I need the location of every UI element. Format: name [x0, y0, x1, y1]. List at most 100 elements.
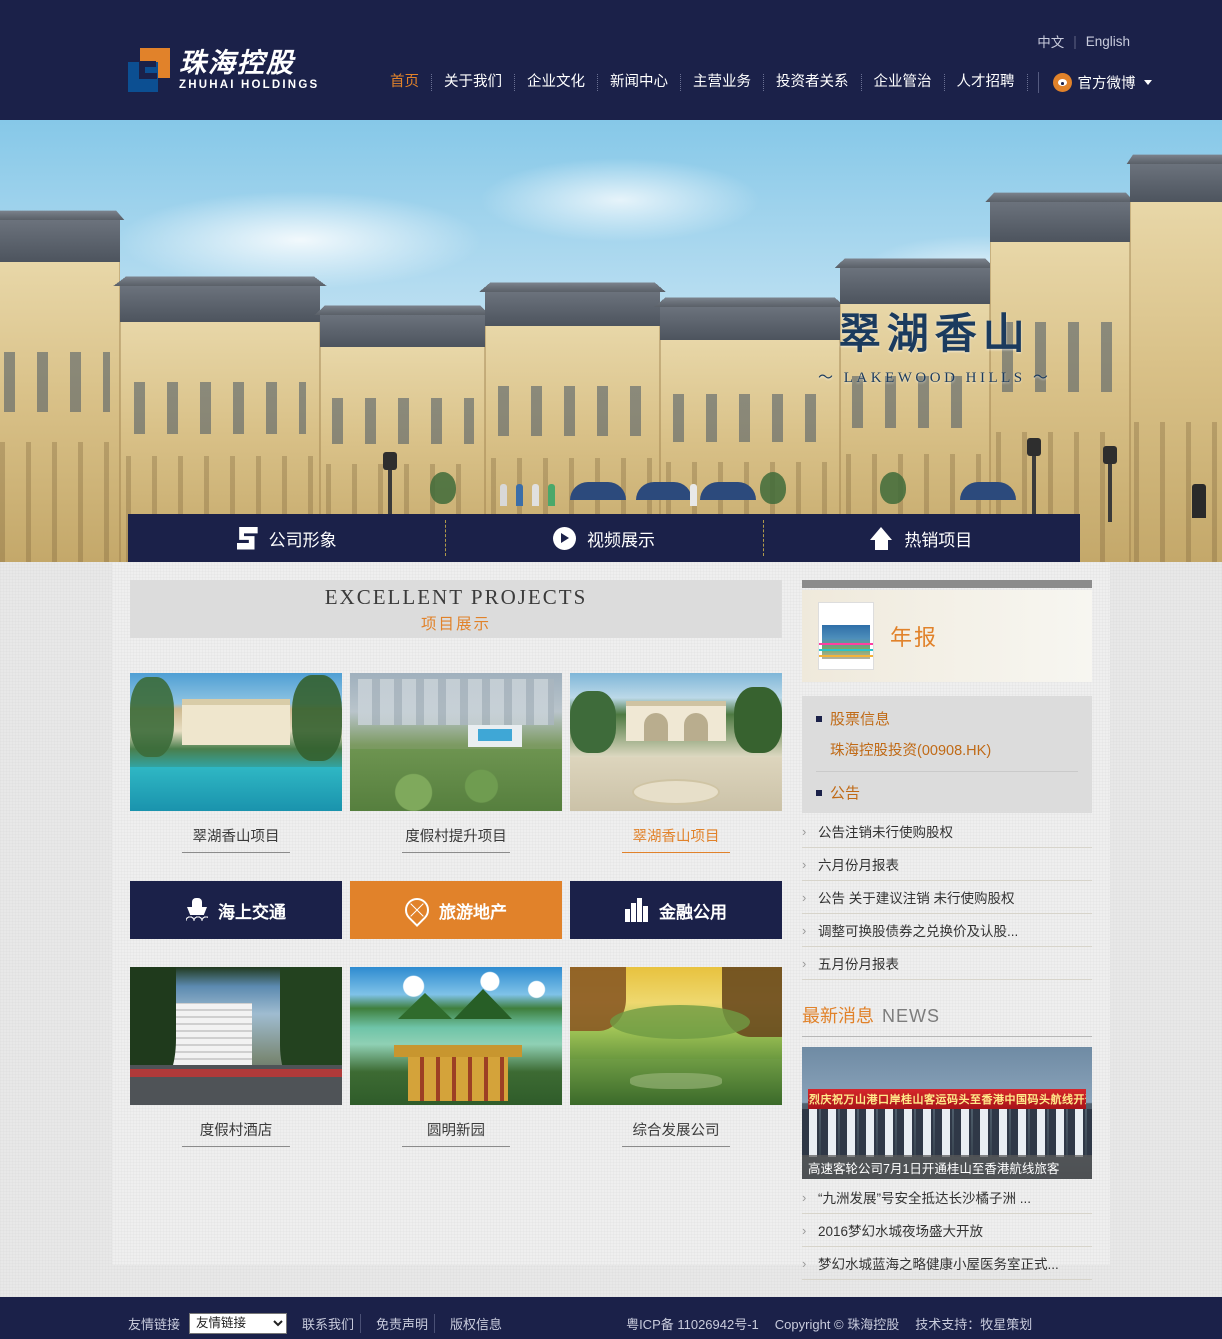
news-featured-caption: 高速客轮公司7月1日开通桂山至香港航线旅客: [802, 1155, 1092, 1179]
footer-link-disclaimer[interactable]: 免责声明: [370, 1313, 436, 1333]
projects-column: EXCELLENT PROJECTS 项目展示 翠湖香山项目 度假村提升项目 翠…: [130, 580, 782, 1265]
friendly-links-select[interactable]: 友情链接: [189, 1312, 288, 1334]
business-label: 金融公用: [659, 902, 727, 922]
stock-code-value: 珠海控股投资(00908.HK): [830, 743, 992, 759]
list-item[interactable]: › 六月份月报表: [802, 848, 1092, 881]
main-navigation: 首页 关于我们 企业文化 新闻中心 主营业务 投资者关系 企业管治 人才招聘 官…: [378, 72, 1152, 93]
list-item[interactable]: › 调整可换股债券之兑换价及认股...: [802, 914, 1092, 947]
site-footer: 友情链接 友情链接 联系我们 免责声明 版权信息 粤ICP备 11026942号…: [0, 1297, 1222, 1339]
play-icon: [552, 526, 576, 550]
footer-copyright: Copyright © 珠海控股: [774, 1316, 900, 1332]
footer-support: 技术支持：牧星策划: [915, 1316, 1033, 1332]
footer-link-copyright-info[interactable]: 版权信息: [444, 1314, 508, 1333]
news-featured-item[interactable]: 热烈庆祝万山港口岸桂山客运码头至香港中国码头航线开通 高速客轮公司7月1日开通桂…: [802, 1047, 1092, 1179]
company-icon: [237, 527, 258, 550]
news-section-header: 最新消息 NEWS: [802, 1002, 1092, 1037]
footer-link-contact[interactable]: 联系我们: [296, 1313, 362, 1333]
chevron-right-icon: ›: [802, 1189, 807, 1205]
announcement-text: 公告注销未行使购股权: [818, 825, 953, 840]
weibo-link[interactable]: 官方微博: [1037, 72, 1152, 93]
chevron-right-icon: ›: [802, 955, 807, 971]
nav-item-business[interactable]: 主营业务: [681, 74, 764, 91]
hero-action-company-image[interactable]: 公司形象: [128, 514, 445, 562]
announcement-text: 公告 关于建议注销 未行使购股权: [818, 891, 1015, 906]
ship-icon: [186, 898, 208, 922]
chevron-right-icon: ›: [802, 889, 807, 905]
list-item[interactable]: › 梦幻水城蓝海之略健康小屋医务室正式...: [802, 1247, 1092, 1280]
projects-heading-cn: 项目展示: [420, 615, 491, 633]
bullet-icon: [816, 789, 822, 796]
project-card[interactable]: 综合发展公司: [570, 967, 782, 1147]
projects-row-1: 翠湖香山项目 度假村提升项目 翠湖香山项目: [130, 673, 782, 853]
nav-item-news[interactable]: 新闻中心: [598, 74, 681, 91]
hero-title-cn: 翠湖香山: [838, 312, 1031, 358]
project-thumbnail: [350, 673, 562, 811]
business-category-tourism-realestate[interactable]: 旅游地产: [350, 881, 562, 939]
project-thumbnail: [130, 967, 342, 1105]
notice-header[interactable]: 公告: [816, 771, 1078, 803]
projects-row-2: 度假村酒店 圆明新园 综合发展公司: [130, 967, 782, 1147]
nav-item-home[interactable]: 首页: [378, 74, 432, 91]
lang-chinese[interactable]: 中文: [1037, 31, 1064, 51]
business-category-finance-utilities[interactable]: 金融公用: [570, 881, 782, 939]
weibo-icon: [1052, 73, 1072, 92]
nav-item-careers[interactable]: 人才招聘: [945, 74, 1028, 91]
logo-mark-icon: [128, 48, 170, 92]
project-caption-highlight: 翠湖香山项目: [570, 825, 782, 853]
hero-action-hot-projects[interactable]: 热销项目: [762, 514, 1080, 562]
chevron-right-icon: ›: [802, 1255, 807, 1271]
bullet-icon: [816, 715, 822, 722]
lang-separator: |: [1073, 33, 1077, 49]
sidebar-top-rail: [802, 580, 1092, 588]
nav-item-culture[interactable]: 企业文化: [515, 74, 598, 91]
project-card[interactable]: 度假村酒店: [130, 967, 342, 1147]
stock-info-label: 股票信息: [830, 711, 891, 728]
project-card[interactable]: 翠湖香山项目: [130, 673, 342, 853]
chevron-down-icon: [1143, 80, 1152, 85]
chevron-right-icon: ›: [802, 823, 807, 839]
nav-item-investors[interactable]: 投资者关系: [764, 74, 862, 91]
project-caption: 综合发展公司: [570, 1119, 782, 1147]
project-caption: 翠湖香山项目: [130, 825, 342, 853]
hero-title: 翠湖香山 ～ LAKEWOOD HILLS ～: [818, 312, 1051, 387]
news-text: “九洲发展”号安全抵达长沙橘子洲 ...: [818, 1191, 1031, 1206]
hero-action-video[interactable]: 视频展示: [445, 514, 762, 562]
chevron-right-icon: ›: [802, 856, 807, 872]
chevron-right-icon: ›: [802, 922, 807, 938]
annual-report-cover-image: [818, 602, 874, 670]
stock-info-box: 股票信息 珠海控股投资(00908.HK) 公告: [802, 696, 1092, 813]
lang-english[interactable]: English: [1086, 34, 1130, 49]
stock-info-header[interactable]: 股票信息: [816, 708, 1078, 729]
chevron-right-icon: ›: [802, 1222, 807, 1238]
business-category-bar: 海上交通 旅游地产 金融公用: [130, 881, 782, 939]
project-card[interactable]: 度假村提升项目: [350, 673, 562, 853]
annual-report-banner[interactable]: 年报: [802, 590, 1092, 682]
list-item[interactable]: › 2016梦幻水城夜场盛大开放: [802, 1214, 1092, 1247]
news-list: › “九洲发展”号安全抵达长沙橘子洲 ... › 2016梦幻水城夜场盛大开放 …: [802, 1181, 1092, 1280]
footer-left: 友情链接 友情链接 联系我们 免责声明 版权信息: [128, 1312, 508, 1334]
hero-action-label: 热销项目: [904, 530, 973, 550]
site-logo[interactable]: 珠海控股 ZHUHAI HOLDINGS: [128, 48, 319, 92]
list-item[interactable]: › “九洲发展”号安全抵达长沙橘子洲 ...: [802, 1181, 1092, 1214]
home-icon: [870, 526, 893, 550]
list-item[interactable]: › 五月份月报表: [802, 947, 1092, 980]
globe-icon: [400, 893, 434, 927]
business-category-marine[interactable]: 海上交通: [130, 881, 342, 939]
list-item[interactable]: › 公告 关于建议注销 未行使购股权: [802, 881, 1092, 914]
language-switcher: 中文 | English: [1037, 31, 1130, 51]
business-label: 海上交通: [218, 902, 286, 922]
nav-item-about[interactable]: 关于我们: [432, 74, 515, 91]
project-caption: 度假村酒店: [130, 1119, 342, 1147]
project-card[interactable]: 翠湖香山项目: [570, 673, 782, 853]
hero-action-label: 公司形象: [268, 530, 337, 550]
news-featured-banner-text: 热烈庆祝万山港口岸桂山客运码头至香港中国码头航线开通: [808, 1089, 1086, 1109]
project-thumbnail: [570, 673, 782, 811]
hero-title-en: ～ LAKEWOOD HILLS ～: [818, 370, 1052, 387]
announcement-text: 六月份月报表: [818, 858, 899, 873]
project-card[interactable]: 圆明新园: [350, 967, 562, 1147]
site-header: 珠海控股 ZHUHAI HOLDINGS 中文 | English 首页 关于我…: [0, 0, 1222, 120]
list-item[interactable]: › 公告注销未行使购股权: [802, 815, 1092, 848]
sidebar-column: 年报 股票信息 珠海控股投资(00908.HK) 公告 › 公告注销未行使购股权: [802, 580, 1092, 1280]
project-caption: 圆明新园: [350, 1119, 562, 1147]
nav-item-governance[interactable]: 企业管治: [862, 74, 945, 91]
